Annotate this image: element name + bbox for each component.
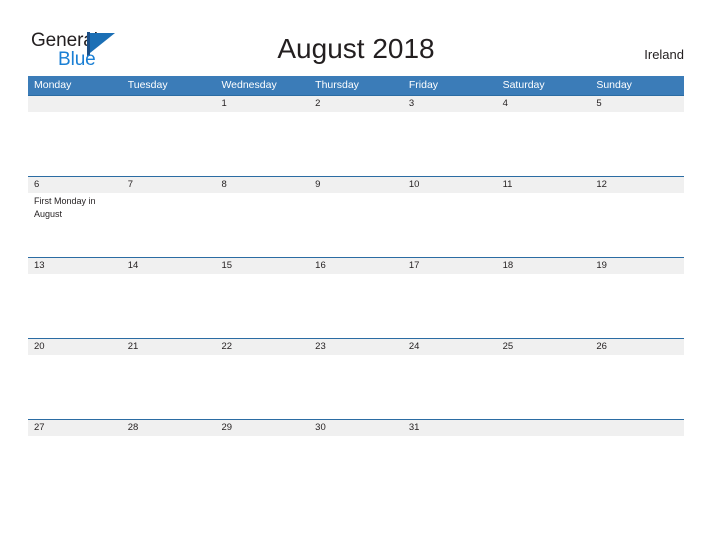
day-number[interactable]: 18 [497, 258, 591, 274]
day-event [215, 436, 309, 500]
day-number[interactable]: 29 [215, 420, 309, 436]
day-number[interactable]: 6 [28, 177, 122, 193]
day-number[interactable]: 12 [590, 177, 684, 193]
day-event [590, 274, 684, 338]
weekday-header-wednesday: Wednesday [221, 79, 277, 91]
day-event [590, 112, 684, 176]
day-number[interactable]: 11 [497, 177, 591, 193]
day-number[interactable]: 15 [215, 258, 309, 274]
day-number[interactable]: 9 [309, 177, 403, 193]
day-number[interactable]: 20 [28, 339, 122, 355]
week-date-band: 13 14 15 16 17 18 19 [28, 258, 684, 274]
day-number[interactable]: 7 [122, 177, 216, 193]
weekday-header-sunday: Sunday [596, 79, 632, 91]
page-header: General Blue August 2018 Ireland [0, 0, 712, 76]
day-number[interactable]: 14 [122, 258, 216, 274]
day-event [403, 274, 497, 338]
day-event [215, 274, 309, 338]
day-event [215, 355, 309, 419]
day-event [122, 274, 216, 338]
day-number[interactable]: 5 [590, 96, 684, 112]
day-number[interactable]: 2 [309, 96, 403, 112]
day-number[interactable]: 25 [497, 339, 591, 355]
day-event [403, 112, 497, 176]
week-row: 13 14 15 16 17 18 19 [28, 257, 684, 338]
week-date-band: 27 28 29 30 31 [28, 420, 684, 436]
day-event [28, 436, 122, 500]
day-number[interactable]: 24 [403, 339, 497, 355]
day-event [497, 274, 591, 338]
day-number[interactable]: 10 [403, 177, 497, 193]
day-number[interactable]: 28 [122, 420, 216, 436]
day-event [309, 193, 403, 257]
weekday-header-monday: Monday [34, 79, 72, 91]
week-date-band: 20 21 22 23 24 25 26 [28, 339, 684, 355]
calendar-page: General Blue August 2018 Ireland Monday … [0, 0, 712, 550]
day-number[interactable] [590, 420, 684, 436]
day-event [309, 274, 403, 338]
day-event [215, 112, 309, 176]
day-event [403, 355, 497, 419]
week-row: 20 21 22 23 24 25 26 [28, 338, 684, 419]
day-event [403, 436, 497, 500]
day-number[interactable]: 17 [403, 258, 497, 274]
day-number[interactable]: 27 [28, 420, 122, 436]
week-date-band: 6 7 8 9 10 11 12 [28, 177, 684, 193]
week-event-band [28, 355, 684, 419]
day-number[interactable]: 3 [403, 96, 497, 112]
calendar-grid: Monday Tuesday Wednesday Thursday Friday… [28, 76, 684, 500]
week-event-band [28, 436, 684, 500]
weekday-header-friday: Friday [408, 79, 439, 91]
week-row: 1 2 3 4 5 [28, 95, 684, 176]
day-number[interactable]: 30 [309, 420, 403, 436]
day-event [590, 355, 684, 419]
day-event [28, 274, 122, 338]
weekday-header-saturday: Saturday [502, 79, 545, 91]
day-number[interactable]: 19 [590, 258, 684, 274]
day-number[interactable]: 16 [309, 258, 403, 274]
week-event-band: First Monday in August [28, 193, 684, 257]
day-event [497, 193, 591, 257]
day-event [28, 112, 122, 176]
page-title: August 2018 [277, 33, 435, 64]
week-row: 27 28 29 30 31 [28, 419, 684, 500]
day-number[interactable]: 22 [215, 339, 309, 355]
day-event [497, 436, 591, 500]
day-number[interactable]: 21 [122, 339, 216, 355]
weekday-header-row: Monday Tuesday Wednesday Thursday Friday… [28, 76, 684, 95]
day-event [215, 193, 309, 257]
day-number[interactable]: 13 [28, 258, 122, 274]
weekday-header-thursday: Thursday [315, 79, 359, 91]
day-number[interactable] [28, 96, 122, 112]
day-event [309, 355, 403, 419]
day-event [122, 112, 216, 176]
day-number[interactable]: 31 [403, 420, 497, 436]
day-number[interactable]: 23 [309, 339, 403, 355]
day-event: First Monday in August [34, 196, 96, 219]
day-event [28, 355, 122, 419]
day-event [590, 436, 684, 500]
week-date-band: 1 2 3 4 5 [28, 96, 684, 112]
country-label: Ireland [644, 47, 684, 62]
week-row: 6 7 8 9 10 11 12 First Monday in August [28, 176, 684, 257]
day-event [122, 436, 216, 500]
day-event [590, 193, 684, 257]
day-event [497, 355, 591, 419]
day-event [497, 112, 591, 176]
day-number[interactable]: 1 [215, 96, 309, 112]
day-event [309, 112, 403, 176]
weekday-header-tuesday: Tuesday [127, 79, 168, 91]
day-number[interactable]: 8 [215, 177, 309, 193]
week-event-band [28, 112, 684, 176]
day-event [122, 193, 216, 257]
day-number[interactable] [497, 420, 591, 436]
day-event [403, 193, 497, 257]
week-event-band [28, 274, 684, 338]
day-event [122, 355, 216, 419]
day-number[interactable]: 4 [497, 96, 591, 112]
day-number[interactable] [122, 96, 216, 112]
day-number[interactable]: 26 [590, 339, 684, 355]
day-event [309, 436, 403, 500]
